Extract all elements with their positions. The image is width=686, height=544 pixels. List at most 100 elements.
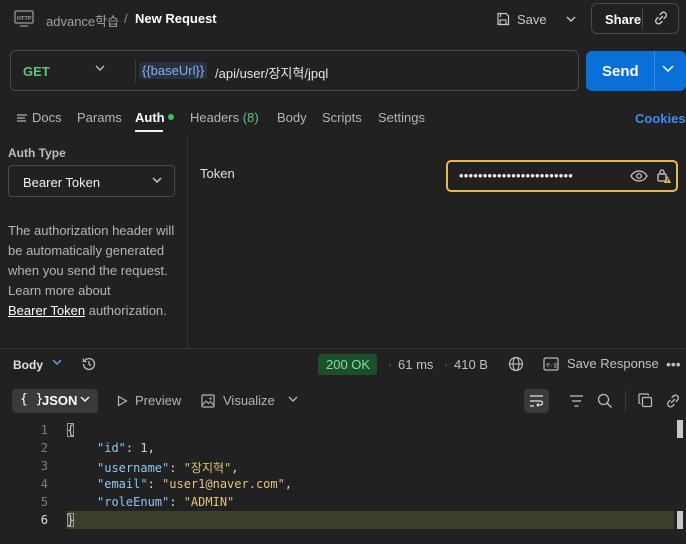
image-icon	[201, 393, 215, 408]
scrollbar-thumb[interactable]	[677, 420, 683, 438]
bullet-separator: ·	[444, 357, 449, 372]
tab-params[interactable]: Params	[77, 110, 122, 125]
tab-body[interactable]: Body	[277, 110, 307, 125]
code-line-id: "id": 1,	[97, 441, 155, 455]
eye-icon[interactable]	[630, 170, 648, 182]
response-section-select[interactable]: Body	[13, 358, 43, 372]
preview-button[interactable]: Preview	[116, 393, 181, 408]
auth-description: The authorization header will be automat…	[8, 221, 183, 321]
line-number: 6	[40, 513, 48, 527]
token-input[interactable]: ••••••••••••••••••••••••	[446, 160, 678, 192]
share-label: Share	[605, 12, 642, 27]
chevron-down-icon	[152, 177, 162, 183]
preview-label: Preview	[135, 393, 182, 408]
url-input[interactable]: /api/user/장지혁/jpql	[215, 63, 328, 82]
chevron-down-icon	[80, 396, 90, 402]
active-tab-indicator	[135, 130, 163, 132]
more-options-icon[interactable]: •••	[666, 356, 681, 372]
line-number: 2	[40, 441, 48, 455]
globe-icon[interactable]	[508, 356, 524, 372]
svg-text:HTTP: HTTP	[17, 16, 32, 22]
scrollbar-marker	[677, 511, 683, 529]
code-line-username: "username": "장지혁",	[97, 461, 239, 475]
send-divider	[654, 51, 655, 91]
wrap-lines-button[interactable]	[524, 389, 549, 413]
auth-type-select[interactable]: Bearer Token	[8, 165, 175, 197]
response-size[interactable]: 410 B	[454, 357, 488, 372]
svg-text:e.g: e.g	[546, 361, 557, 368]
save-icon	[497, 12, 510, 26]
line-number: 3	[40, 459, 48, 473]
chevron-down-icon[interactable]	[288, 396, 298, 402]
format-select[interactable]: { } JSON	[12, 389, 98, 413]
copy-icon[interactable]	[638, 393, 653, 408]
toolbar-divider	[625, 391, 626, 411]
chevron-down-icon	[566, 16, 576, 22]
http-icon: HTTP	[14, 10, 34, 27]
response-code-editor[interactable]: 1 2 3 4 5 6 { "id": 1, "username": "장지혁"…	[0, 420, 686, 544]
code-close-brace: }	[67, 513, 75, 527]
url-bar: GET {{baseUrl}} /api/user/장지혁/jpql	[10, 50, 579, 91]
auth-type-value: Bearer Token	[23, 175, 101, 190]
json-value: "장지혁"	[183, 461, 232, 475]
breadcrumb-separator: /	[124, 11, 128, 26]
tab-scripts[interactable]: Scripts	[322, 110, 362, 125]
json-value: "ADMIN"	[183, 495, 235, 509]
format-label: JSON	[42, 393, 78, 408]
line-number: 1	[40, 423, 48, 437]
save-response-button[interactable]: e.g Save Response	[543, 356, 659, 371]
visualize-label: Visualize	[223, 393, 275, 408]
method-select[interactable]: GET	[23, 64, 50, 79]
json-key: "email"	[97, 477, 148, 491]
chevron-down-icon[interactable]	[95, 65, 105, 71]
link-icon[interactable]	[665, 393, 681, 409]
tab-headers[interactable]: Headers (8)	[190, 110, 259, 125]
history-icon[interactable]	[81, 356, 97, 372]
link-icon[interactable]	[653, 10, 669, 26]
json-key: "id"	[97, 441, 126, 455]
tab-auth[interactable]: Auth	[135, 110, 165, 125]
tab-headers-count: (8)	[242, 110, 259, 125]
save-response-icon: e.g	[543, 356, 559, 371]
lock-warning-icon[interactable]	[656, 168, 672, 184]
request-tabs: Docs Params Auth Headers (8) Body Script…	[0, 104, 686, 132]
visualize-button[interactable]: Visualize	[201, 393, 275, 408]
filter-icon[interactable]	[569, 394, 584, 408]
cookies-link[interactable]: Cookies	[635, 111, 686, 126]
wrap-icon	[530, 395, 544, 407]
response-divider	[0, 348, 686, 349]
url-variable[interactable]: {{baseUrl}}	[139, 62, 208, 79]
tab-settings[interactable]: Settings	[378, 110, 425, 125]
response-time[interactable]: 61 ms	[398, 357, 433, 372]
breadcrumb-collection[interactable]: advance학습	[46, 11, 119, 30]
line-number: 5	[40, 495, 48, 509]
token-label: Token	[200, 166, 235, 181]
json-value: 1	[140, 441, 148, 455]
auth-description-text: The authorization header will be automat…	[8, 223, 175, 298]
search-icon[interactable]	[597, 393, 613, 409]
send-label: Send	[602, 63, 639, 80]
code-open-brace: {	[67, 423, 75, 437]
code-line-roleenum: "roleEnum": "ADMIN"	[97, 495, 235, 509]
json-value: "user1@naver.com"	[162, 477, 285, 491]
save-label: Save	[517, 11, 547, 27]
line-number: 4	[40, 477, 48, 491]
save-button[interactable]: Save	[496, 6, 558, 32]
save-response-label: Save Response	[567, 356, 659, 371]
top-bar: HTTP advance학습 / New Request Save Share	[0, 0, 686, 38]
share-divider	[642, 8, 643, 30]
share-button[interactable]: Share	[591, 3, 679, 34]
request-title[interactable]: New Request	[135, 11, 217, 26]
tab-docs[interactable]: Docs	[32, 110, 62, 125]
play-icon	[117, 394, 128, 407]
braces-icon: { }	[20, 392, 44, 407]
auth-description-suffix: authorization.	[88, 303, 167, 318]
bearer-token-link[interactable]: Bearer Token	[8, 303, 85, 318]
send-button[interactable]: Send	[586, 51, 686, 91]
chevron-down-icon[interactable]	[662, 65, 674, 72]
status-badge[interactable]: 200 OK	[318, 354, 377, 375]
auth-type-label: Auth Type	[8, 146, 66, 160]
save-options-button[interactable]	[560, 6, 582, 32]
json-key: "roleEnum"	[97, 495, 170, 509]
chevron-down-icon[interactable]	[52, 359, 62, 365]
